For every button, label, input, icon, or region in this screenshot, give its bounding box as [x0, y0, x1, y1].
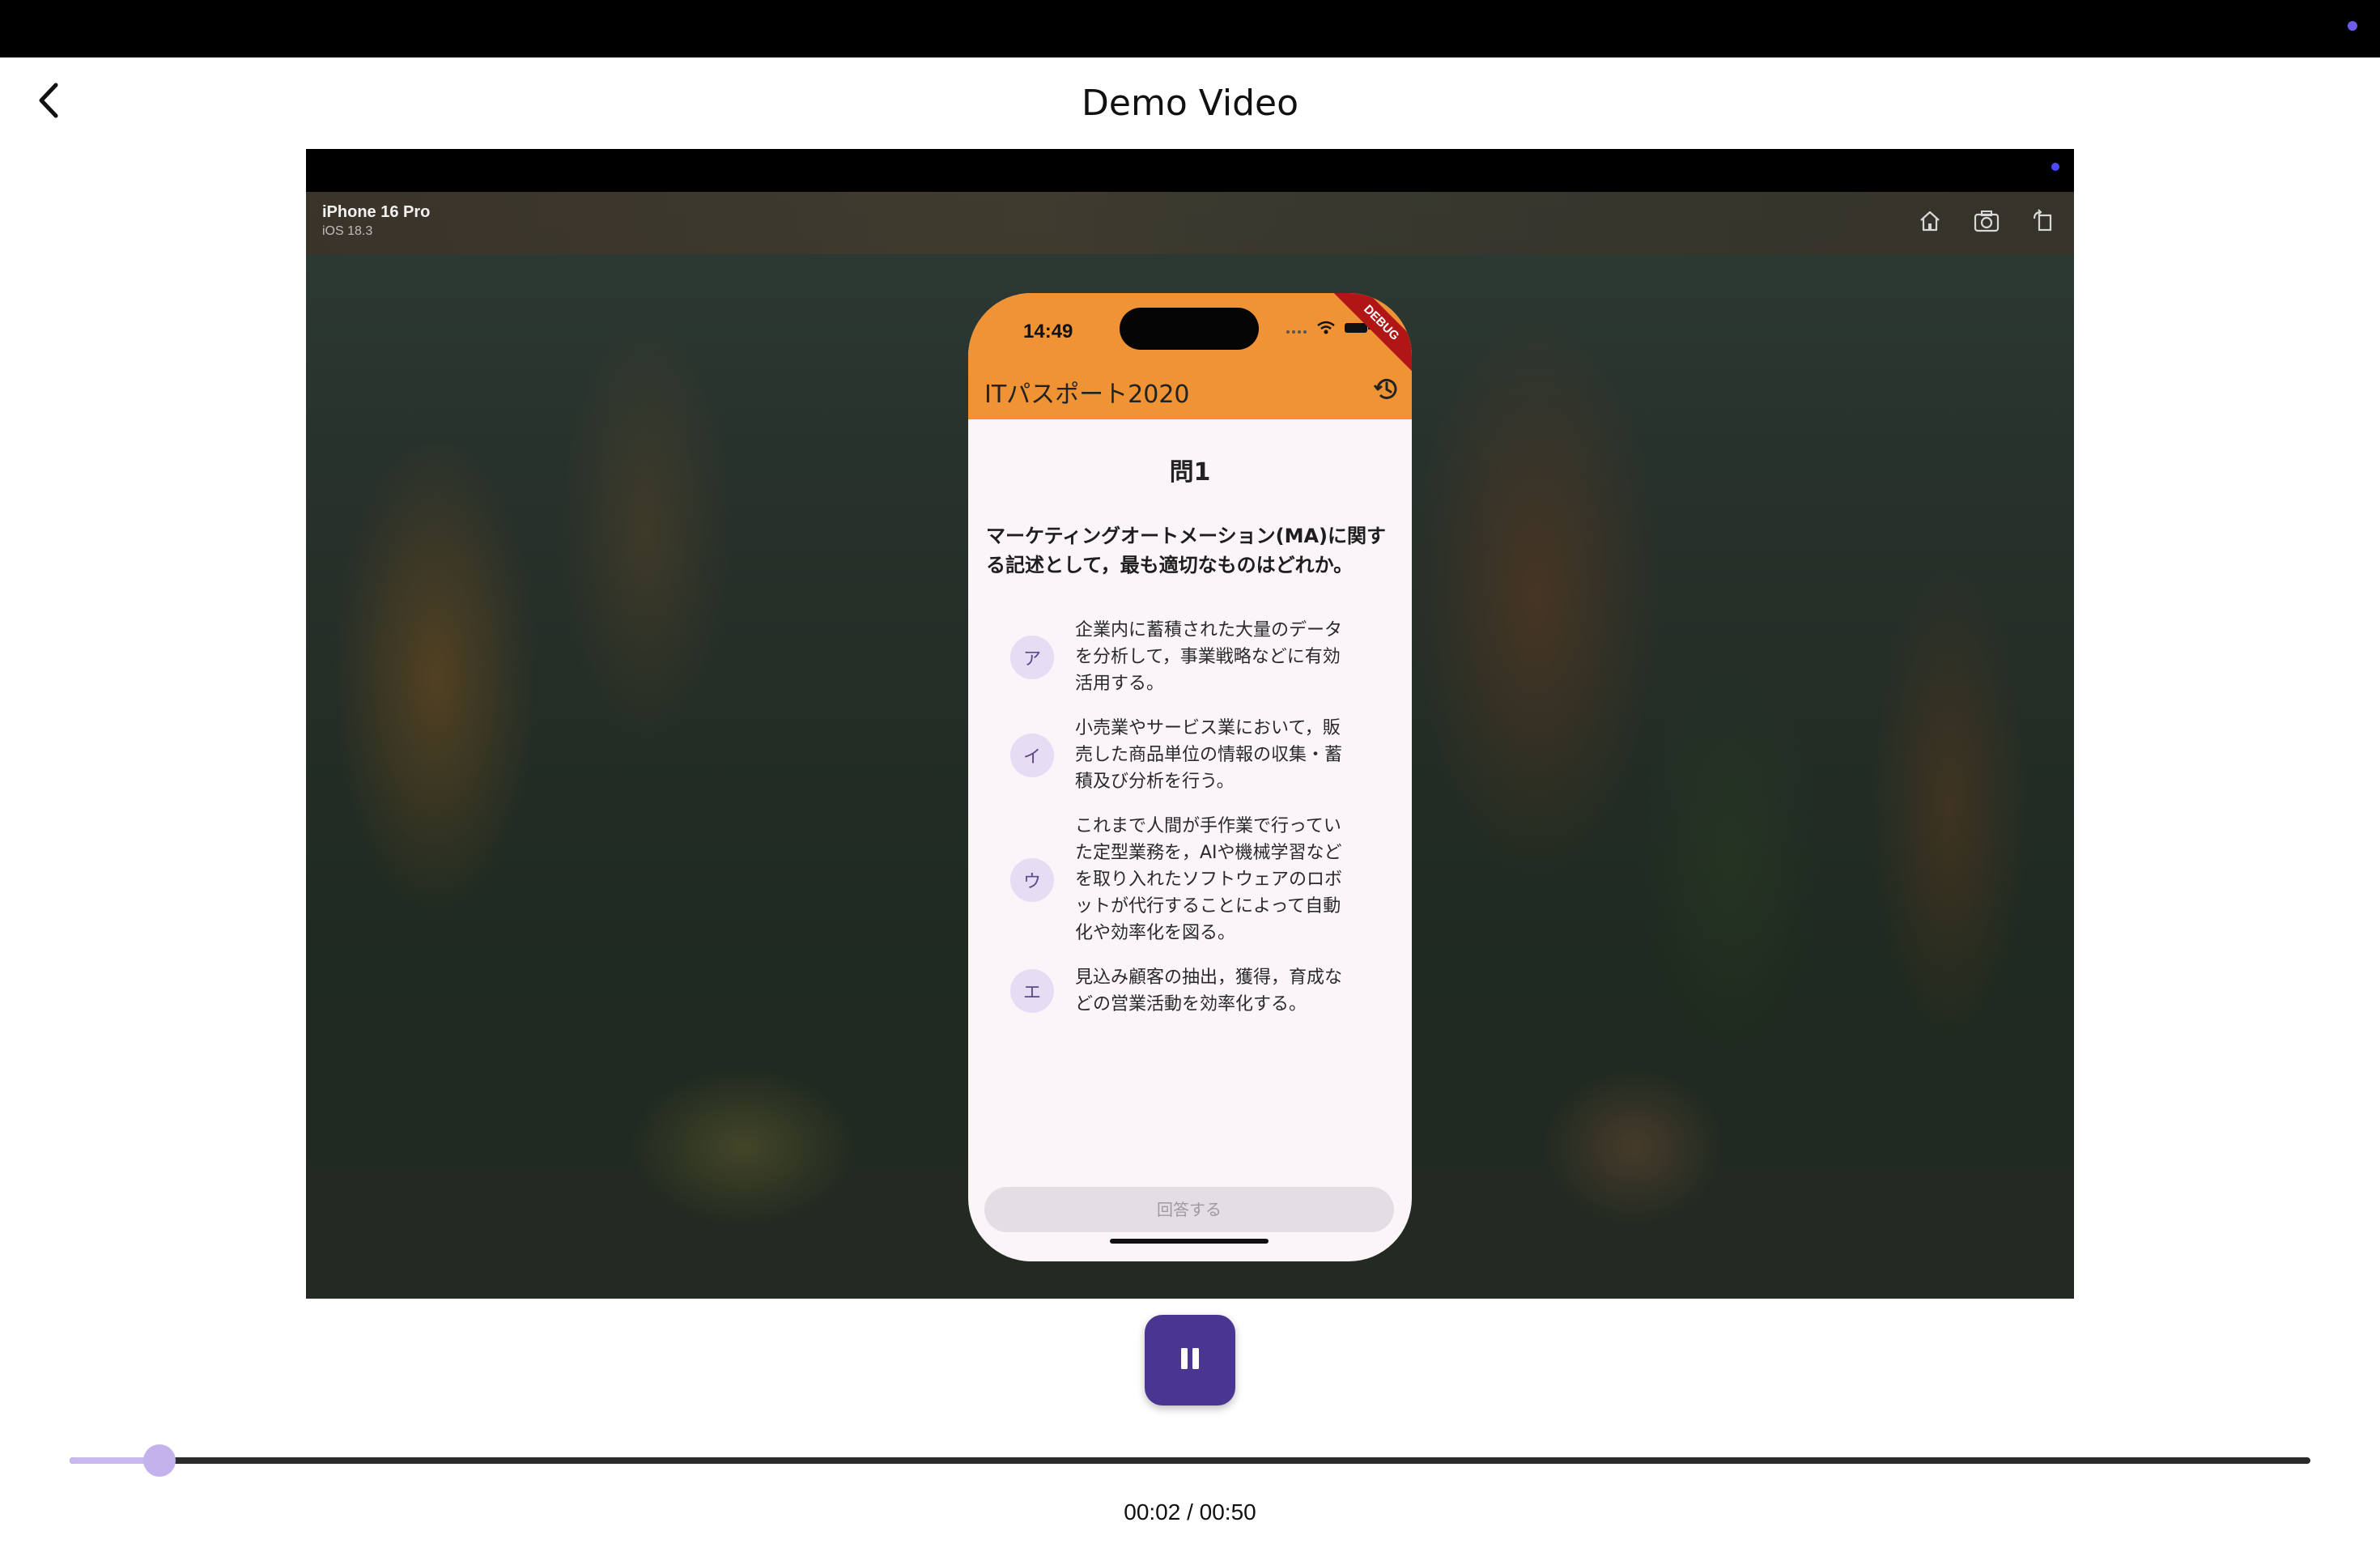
status-time: 14:49 [1023, 321, 1073, 342]
choice-label: エ [1010, 969, 1054, 1013]
wifi-icon [1316, 321, 1336, 338]
video-top-bar [306, 149, 2074, 192]
home-indicator [1110, 1239, 1269, 1244]
question-text: マーケティングオートメーション(MA)に関する記述として，最も適切なものはどれか… [986, 525, 1386, 576]
rotate-icon[interactable] [2029, 206, 2058, 236]
history-icon[interactable] [1368, 371, 1404, 406]
app-root: Demo Video iPhone 16 Pro iOS 18.3 14:49 … [0, 0, 2380, 1548]
choice-item[interactable]: エ 見込み顧客の抽出，獲得，育成などの営業活動を効率化する。 [1010, 964, 1375, 1018]
time-display: 00:02 / 00:50 [1124, 1499, 1256, 1525]
iphone-screen: 14:49 DEBUG ITパスポート2020 問1 マーケティングオートメーシ… [968, 293, 1412, 1261]
top-system-bar [0, 0, 2380, 57]
choice-text: 小売業やサービス業において，販売した商品単位の情報の収集・蓄積及び分析を行う。 [1075, 718, 1343, 792]
simulator-os-version: iOS 18.3 [322, 224, 373, 238]
app-bar-title: ITパスポート2020 [984, 381, 1190, 409]
question-number: 問1 [1169, 458, 1211, 487]
choice-list: ア 企業内に蓄積された大量のデータを分析して，事業戦略などに有効活用する。 イ … [1010, 617, 1375, 1036]
home-icon[interactable] [1915, 206, 1944, 236]
choice-item[interactable]: ア 企業内に蓄積された大量のデータを分析して，事業戦略などに有効活用する。 [1010, 617, 1375, 697]
simulator-toolbar [1915, 206, 2058, 236]
video-player[interactable]: iPhone 16 Pro iOS 18.3 14:49 DEBUG ITパスポ… [306, 149, 2074, 1299]
simulator-device-name: iPhone 16 Pro [322, 203, 431, 221]
simulator-header: iPhone 16 Pro iOS 18.3 [306, 192, 2074, 254]
choice-label: ア [1010, 635, 1054, 679]
seek-slider[interactable] [70, 1443, 2310, 1478]
pause-button[interactable] [1145, 1315, 1235, 1406]
cellular-icon [1286, 322, 1308, 338]
choice-label: ウ [1010, 857, 1054, 902]
answer-button[interactable]: 回答する [984, 1187, 1394, 1232]
choice-text: これまで人間が手作業で行っていた定型業務を，AIや機械学習などを取り入れたソフト… [1075, 816, 1343, 943]
choice-text: 見込み顧客の抽出，獲得，育成などの営業活動を効率化する。 [1075, 968, 1343, 1014]
video-indicator-dot [2051, 163, 2059, 171]
choice-item[interactable]: ウ これまで人間が手作業で行っていた定型業務を，AIや機械学習などを取り入れたソ… [1010, 813, 1375, 946]
page-title: Demo Video [1082, 83, 1298, 124]
dynamic-island [1120, 308, 1259, 350]
seek-track [70, 1457, 2310, 1464]
pause-icon [1179, 1346, 1201, 1374]
status-icons [1286, 321, 1371, 338]
choice-label: イ [1010, 733, 1054, 777]
recording-indicator [2348, 21, 2357, 31]
seek-thumb[interactable] [143, 1444, 176, 1477]
choice-text: 企業内に蓄積された大量のデータを分析して，事業戦略などに有効活用する。 [1075, 620, 1343, 694]
choice-item[interactable]: イ 小売業やサービス業において，販売した商品単位の情報の収集・蓄積及び分析を行う… [1010, 715, 1375, 795]
camera-icon[interactable] [1972, 206, 2001, 236]
